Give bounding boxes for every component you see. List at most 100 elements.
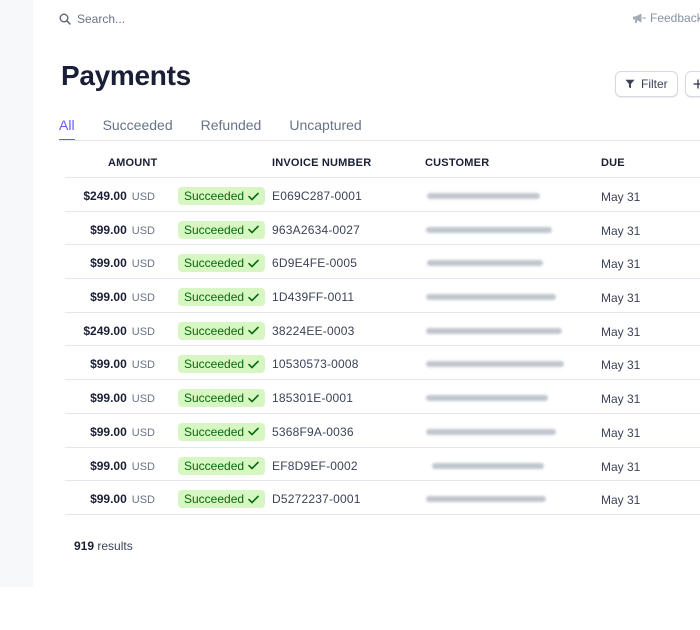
results-count: 919 results	[74, 539, 133, 553]
customer-redacted	[426, 226, 552, 233]
status-badge: Succeeded	[178, 456, 266, 475]
amount-value: $99.00	[90, 222, 127, 237]
invoice-number: 6D9E4FE-0005	[272, 256, 358, 271]
invoice-number: 38224EE-0003	[272, 323, 355, 338]
currency-code: USD	[131, 191, 155, 203]
table-row[interactable]: $99.00 USD Succeeded 5368F9A-0036 May 31	[65, 414, 700, 448]
status-badge: Succeeded	[178, 355, 266, 374]
payments-table: AMOUNT INVOICE NUMBER CUSTOMER DUE $249.…	[65, 145, 700, 515]
customer-redacted	[426, 395, 548, 402]
currency-code: USD	[131, 460, 155, 473]
filter-button[interactable]: Filter	[615, 71, 678, 97]
status-label: Succeeded	[184, 290, 245, 305]
tab-all[interactable]: All	[59, 117, 75, 141]
amount-value: $99.00	[90, 256, 127, 271]
amount-value: $99.00	[90, 424, 127, 439]
amount-value: $99.00	[90, 492, 127, 507]
currency-code: USD	[131, 359, 155, 372]
search-bar[interactable]	[59, 10, 197, 28]
table-row[interactable]: $249.00 USD Succeeded E069C287-0001 May …	[65, 178, 700, 212]
table-row[interactable]: $99.00 USD Succeeded D5272237-0001 May 3…	[65, 481, 700, 515]
status-label: Succeeded	[184, 189, 245, 203]
amount-value: $99.00	[90, 357, 127, 372]
column-header-invoice[interactable]: INVOICE NUMBER	[272, 157, 371, 169]
search-input[interactable]	[77, 12, 197, 26]
filter-button-label: Filter	[641, 77, 668, 91]
table-header: AMOUNT INVOICE NUMBER CUSTOMER DUE	[65, 145, 700, 178]
status-label: Succeeded	[184, 458, 245, 473]
amount-cell: $99.00 USD	[90, 290, 155, 304]
invoice-number: E069C287-0001	[272, 189, 363, 203]
due-date: May 31	[601, 358, 641, 373]
status-label: Succeeded	[184, 323, 245, 338]
invoice-number: 5368F9A-0036	[272, 424, 354, 439]
page-title: Payments	[61, 60, 191, 91]
page-actions: Filter	[615, 71, 700, 97]
table-row[interactable]: $99.00 USD Succeeded 185301E-0001 May 31	[65, 380, 700, 414]
table-row[interactable]: $99.00 USD Succeeded 1D439FF-0011 May 31	[65, 279, 700, 313]
customer-redacted	[426, 294, 556, 301]
due-date: May 31	[601, 190, 641, 204]
currency-code: USD	[131, 258, 155, 271]
customer-redacted	[426, 496, 546, 503]
amount-cell: $99.00 USD	[90, 223, 155, 237]
due-date: May 31	[601, 324, 641, 339]
due-date: May 31	[601, 459, 641, 474]
currency-code: USD	[131, 224, 155, 237]
amount-value: $249.00	[83, 189, 127, 203]
top-bar: Feedback	[33, 0, 700, 38]
invoice-number: 185301E-0001	[272, 391, 354, 406]
amount-cell: $99.00 USD	[90, 391, 155, 405]
amount-cell: $99.00 USD	[90, 459, 155, 473]
check-icon	[248, 225, 259, 234]
status-badge: Succeeded	[178, 422, 266, 441]
table-row[interactable]: $99.00 USD Succeeded EF8D9EF-0002 May 31	[65, 448, 700, 482]
search-icon	[59, 13, 71, 25]
currency-code: USD	[131, 325, 155, 338]
column-header-customer[interactable]: CUSTOMER	[425, 157, 489, 169]
due-date: May 31	[601, 493, 641, 508]
amount-value: $249.00	[83, 323, 127, 338]
add-button[interactable]	[684, 71, 700, 97]
table-row[interactable]: $249.00 USD Succeeded 38224EE-0003 May 3…	[65, 313, 700, 347]
amount-value: $99.00	[90, 391, 127, 406]
plus-icon	[693, 79, 700, 89]
table-row[interactable]: $99.00 USD Succeeded 10530573-0008 May 3…	[65, 346, 700, 381]
due-date: May 31	[601, 257, 641, 272]
status-badge: Succeeded	[178, 254, 266, 273]
table-row[interactable]: $99.00 USD Succeeded 6D9E4FE-0005 May 31	[65, 245, 700, 280]
invoice-number: 10530573-0008	[272, 357, 359, 372]
amount-cell: $99.00 USD	[90, 256, 155, 270]
left-sidebar-rail	[0, 0, 33, 587]
table-row[interactable]: $99.00 USD Succeeded 963A2634-0027 May 3…	[65, 212, 700, 246]
tab-uncaptured[interactable]: Uncaptured	[289, 117, 361, 139]
payment-tabs: All Succeeded Refunded Uncaptured	[59, 117, 390, 141]
filter-icon	[625, 79, 635, 89]
customer-redacted	[432, 462, 544, 469]
status-badge: Succeeded	[178, 389, 266, 408]
check-icon	[248, 461, 259, 470]
check-icon	[248, 360, 259, 369]
amount-cell: $99.00 USD	[90, 492, 155, 506]
feedback-button[interactable]: Feedback	[632, 11, 700, 25]
tab-refunded[interactable]: Refunded	[201, 117, 262, 139]
due-date: May 31	[601, 291, 641, 306]
megaphone-icon	[633, 13, 646, 23]
customer-redacted	[427, 260, 543, 267]
currency-code: USD	[131, 393, 155, 406]
check-icon	[248, 495, 259, 504]
tabs-divider	[59, 140, 700, 141]
amount-cell: $249.00 USD	[83, 189, 155, 203]
status-badge: Succeeded	[178, 321, 266, 340]
status-label: Succeeded	[184, 492, 245, 507]
currency-code: USD	[131, 494, 155, 507]
invoice-number: 1D439FF-0011	[272, 290, 355, 305]
tab-succeeded[interactable]: Succeeded	[103, 117, 173, 139]
column-header-amount[interactable]: AMOUNT	[108, 157, 157, 169]
due-date: May 31	[601, 392, 641, 407]
due-date: May 31	[601, 425, 641, 440]
amount-cell: $99.00 USD	[90, 425, 155, 439]
status-label: Succeeded	[184, 357, 245, 372]
due-date: May 31	[601, 223, 641, 238]
column-header-due[interactable]: DUE	[601, 157, 625, 169]
